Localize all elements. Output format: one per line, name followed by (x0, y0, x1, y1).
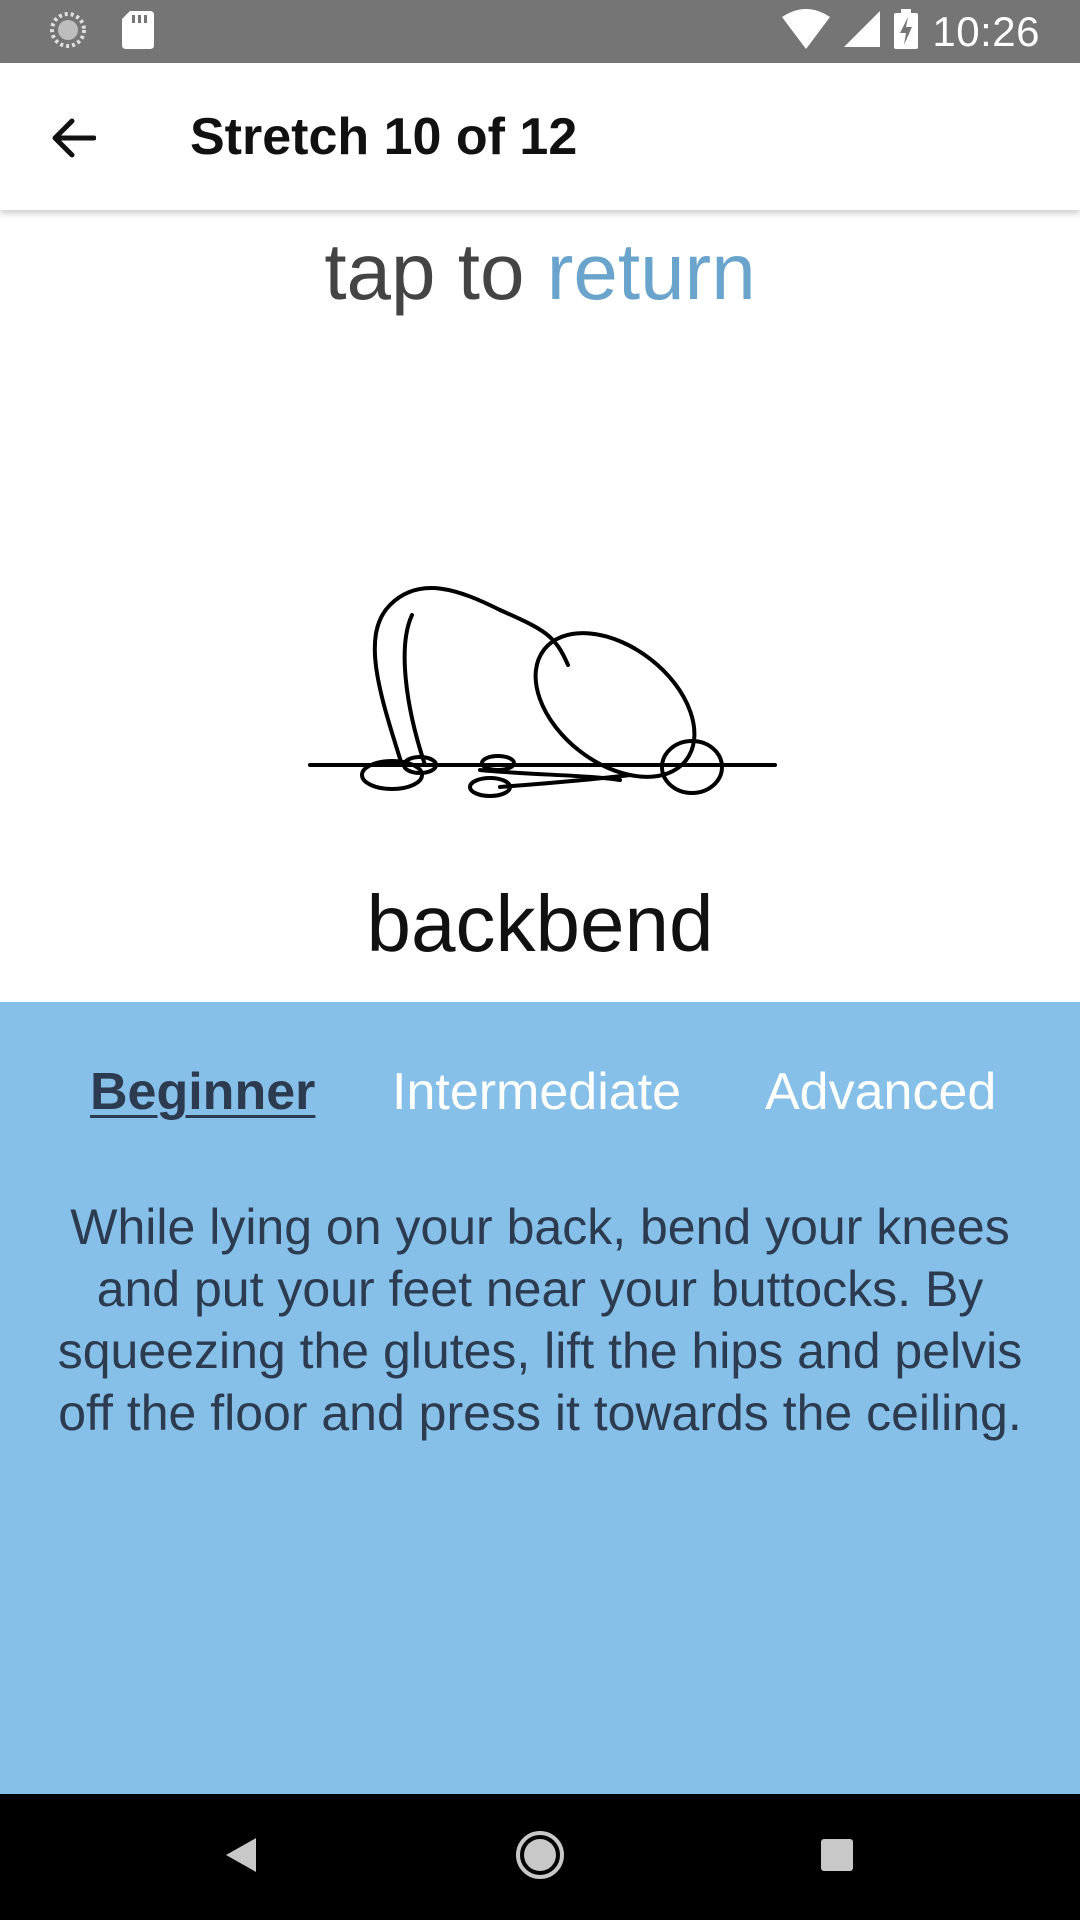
back-button[interactable] (36, 103, 110, 177)
level-tabs: Beginner Intermediate Advanced (0, 1062, 1080, 1132)
nav-back-icon (224, 1836, 258, 1879)
nav-recents-icon (820, 1838, 854, 1877)
tab-beginner[interactable]: Beginner (90, 1062, 315, 1122)
cell-signal-icon (844, 11, 881, 52)
nav-home-button[interactable] (505, 1822, 575, 1892)
arrow-left-icon (50, 117, 97, 164)
return-link[interactable]: return (547, 227, 756, 316)
sync-icon (48, 10, 88, 55)
system-nav-bar (0, 1794, 1080, 1920)
nav-home-icon (515, 1830, 565, 1885)
tab-advanced[interactable]: Advanced (765, 1062, 996, 1122)
app-bar: Stretch 10 of 12 (0, 63, 1080, 210)
status-right-icons: 10:26 (782, 0, 1040, 63)
tab-intermediate[interactable]: Intermediate (392, 1062, 681, 1122)
tap-to-return[interactable]: tap to return (0, 228, 1080, 316)
tap-prefix: tap to (324, 227, 525, 316)
nav-back-button[interactable] (206, 1822, 276, 1892)
page-title: Stretch 10 of 12 (190, 108, 578, 166)
status-time: 10:26 (932, 7, 1040, 55)
status-bar: 10:26 (0, 0, 1080, 63)
battery-charging-icon (894, 9, 919, 54)
stretch-name: backbend (366, 879, 714, 968)
sd-card-icon (122, 10, 154, 54)
status-left-icons (48, 10, 154, 55)
difficulty-panel: Beginner Intermediate Advanced While lyi… (0, 1002, 1080, 1794)
stretch-description: While lying on your back, bend your knee… (57, 1199, 1023, 1441)
wifi-icon (782, 9, 831, 54)
nav-recents-button[interactable] (802, 1822, 872, 1892)
backbend-figure-icon (300, 575, 780, 815)
